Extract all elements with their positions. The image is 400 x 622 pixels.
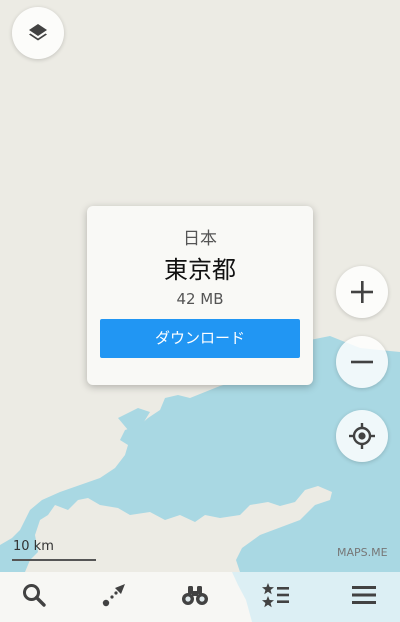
search-button[interactable] <box>4 572 64 622</box>
scale-label: 10 km <box>13 539 54 554</box>
bookmarks-button[interactable] <box>246 572 306 622</box>
discovery-button[interactable] <box>165 572 225 622</box>
layers-button[interactable] <box>12 7 64 59</box>
zoom-in-button[interactable] <box>336 266 388 318</box>
route-button[interactable] <box>84 572 144 622</box>
scale-bar: 10 km <box>12 539 96 561</box>
attribution: MAPS.ME <box>337 546 388 559</box>
country-name: 日本 <box>183 229 217 249</box>
scale-line <box>12 559 96 561</box>
my-location-button[interactable] <box>336 410 388 462</box>
map-download-popup: 日本 東京都 42 MB ダウンロード <box>87 206 313 385</box>
minus-icon <box>349 349 375 375</box>
binoculars-icon <box>180 582 210 612</box>
bottom-nav-bar <box>0 572 400 622</box>
bookmarks-icon <box>262 582 290 612</box>
search-icon <box>21 582 47 612</box>
layers-icon <box>26 21 50 45</box>
menu-icon <box>351 584 377 610</box>
region-name: 東京都 <box>164 256 236 284</box>
route-icon <box>101 582 127 612</box>
crosshair-icon <box>348 422 376 450</box>
map-size: 42 MB <box>176 290 224 308</box>
menu-button[interactable] <box>334 572 394 622</box>
zoom-out-button[interactable] <box>336 336 388 388</box>
plus-icon <box>349 279 375 305</box>
download-button[interactable]: ダウンロード <box>100 319 300 358</box>
